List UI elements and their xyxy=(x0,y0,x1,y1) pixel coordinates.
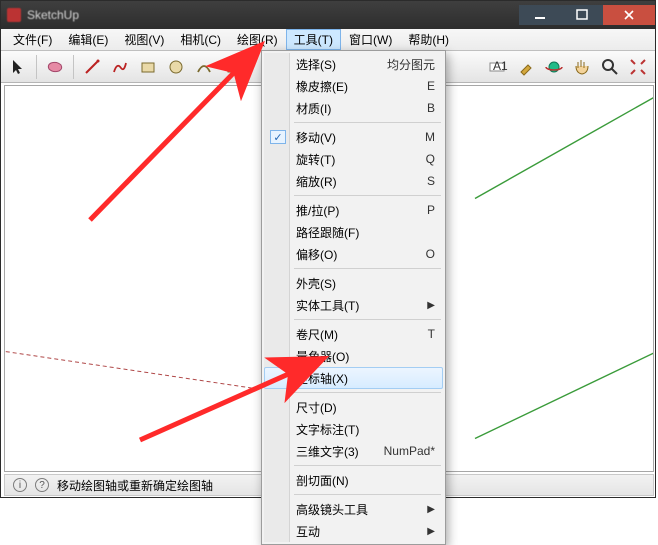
svg-text:A1: A1 xyxy=(493,59,508,73)
menu-item-axes[interactable]: 坐标轴(X) xyxy=(264,367,443,389)
menu-item-text[interactable]: 文字标注(T) xyxy=(264,418,443,440)
tool-pan[interactable] xyxy=(569,54,595,80)
menu-help[interactable]: 帮助(H) xyxy=(400,29,457,50)
menu-window[interactable]: 窗口(W) xyxy=(341,29,400,50)
menu-item-advcamera[interactable]: 高级镜头工具▶ xyxy=(264,498,443,520)
close-button[interactable] xyxy=(603,5,655,25)
menu-item-followme[interactable]: 路径跟随(F) xyxy=(264,221,443,243)
minimize-button[interactable] xyxy=(519,5,561,25)
chevron-right-icon: ▶ xyxy=(427,504,435,515)
menu-view[interactable]: 视图(V) xyxy=(116,29,172,50)
axis-green-2 xyxy=(475,329,653,439)
info-icon: i xyxy=(13,478,27,492)
tool-line[interactable] xyxy=(79,54,105,80)
menu-item-offset[interactable]: 偏移(O)O xyxy=(264,243,443,265)
menu-draw[interactable]: 绘图(R) xyxy=(229,29,286,50)
menu-item-3dtext[interactable]: 三维文字(3)NumPad* xyxy=(264,440,443,462)
tools-dropdown: 选择(S)均分图元 橡皮擦(E)E 材质(I)B ✓移动(V)M 旋转(T)Q … xyxy=(261,50,446,545)
tool-zoom[interactable] xyxy=(597,54,623,80)
title-text: SketchUp xyxy=(27,8,79,22)
maximize-button[interactable] xyxy=(561,5,603,25)
axis-green xyxy=(475,86,653,199)
tool-circle[interactable] xyxy=(163,54,189,80)
check-icon: ✓ xyxy=(270,130,286,144)
menu-item-section[interactable]: 剖切面(N) xyxy=(264,469,443,491)
menu-tools[interactable]: 工具(T) xyxy=(286,29,341,50)
menubar: 文件(F) 编辑(E) 视图(V) 相机(C) 绘图(R) 工具(T) 窗口(W… xyxy=(1,29,655,51)
titlebar: SketchUp xyxy=(1,1,655,29)
tool-arc[interactable] xyxy=(191,54,217,80)
menu-item-solid[interactable]: 实体工具(T)▶ xyxy=(264,294,443,316)
tool-dimension[interactable]: A1 xyxy=(485,54,511,80)
tool-rectangle[interactable] xyxy=(135,54,161,80)
menu-edit[interactable]: 编辑(E) xyxy=(60,29,116,50)
menu-item-eraser[interactable]: 橡皮擦(E)E xyxy=(264,75,443,97)
tool-select[interactable] xyxy=(5,54,31,80)
tool-zoom-extents[interactable] xyxy=(625,54,651,80)
menu-item-scale[interactable]: 缩放(R)S xyxy=(264,170,443,192)
chevron-right-icon: ▶ xyxy=(427,526,435,537)
help-icon: ? xyxy=(35,478,49,492)
axis-red-dashed xyxy=(5,349,255,389)
tool-polygon[interactable] xyxy=(219,54,245,80)
tool-paint[interactable] xyxy=(513,54,539,80)
app-icon xyxy=(7,8,21,22)
menu-item-outer[interactable]: 外壳(S) xyxy=(264,272,443,294)
menu-item-rotate[interactable]: 旋转(T)Q xyxy=(264,148,443,170)
menu-camera[interactable]: 相机(C) xyxy=(172,29,229,50)
menu-item-tape[interactable]: 卷尺(M)T xyxy=(264,323,443,345)
menu-file[interactable]: 文件(F) xyxy=(5,29,60,50)
menu-item-dimension[interactable]: 尺寸(D) xyxy=(264,396,443,418)
menu-item-paint[interactable]: 材质(I)B xyxy=(264,97,443,119)
tool-eraser[interactable] xyxy=(42,54,68,80)
menu-item-interact[interactable]: 互动▶ xyxy=(264,520,443,542)
chevron-right-icon: ▶ xyxy=(427,300,435,311)
tool-orbit[interactable] xyxy=(541,54,567,80)
menu-item-move[interactable]: ✓移动(V)M xyxy=(264,126,443,148)
menu-item-protractor[interactable]: 量角器(O) xyxy=(264,345,443,367)
tool-freehand[interactable] xyxy=(107,54,133,80)
menu-item-pushpull[interactable]: 推/拉(P)P xyxy=(264,199,443,221)
menu-item-select[interactable]: 选择(S)均分图元 xyxy=(264,53,443,75)
status-text: 移动绘图轴或重新确定绘图轴 xyxy=(57,477,213,494)
